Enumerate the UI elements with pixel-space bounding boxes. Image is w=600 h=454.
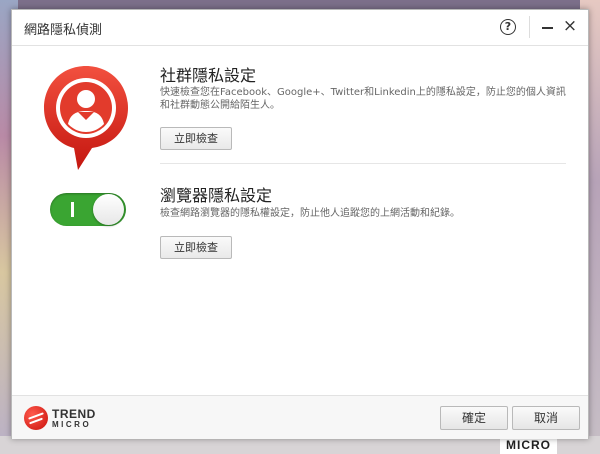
privacy-scanner-window: 網路隱私偵測 ? × 社群隱私設定 快速檢查您在Facebook、Google+… — [11, 9, 589, 439]
close-icon[interactable]: × — [562, 16, 578, 36]
brand-name-line1: TREND — [52, 407, 96, 421]
title-bar-divider — [529, 16, 530, 38]
social-privacy-description: 快速檢查您在Facebook、Google+、Twitter和Linkedin上… — [160, 87, 566, 111]
brand-name-line2: MICRO — [52, 420, 92, 429]
trend-micro-logo: TREND MICRO — [24, 406, 104, 432]
browser-check-now-button[interactable]: 立即檢查 — [160, 236, 232, 259]
social-privacy-title: 社群隱私設定 — [160, 66, 257, 85]
ok-button[interactable]: 確定 — [440, 406, 508, 430]
social-network-privacy-icon — [44, 66, 128, 170]
browser-privacy-description: 檢查網路瀏覽器的隱私權設定，防止他人追蹤您的上網活動和紀錄。 — [160, 208, 460, 219]
section-divider — [160, 163, 566, 164]
window-title: 網路隱私偵測 — [24, 23, 103, 38]
social-check-now-button[interactable]: 立即檢查 — [160, 127, 232, 150]
toggle-on-indicator — [71, 202, 74, 217]
toggle-knob — [93, 194, 124, 225]
dialog-footer: TREND MICRO 確定 取消 — [12, 395, 588, 439]
help-icon[interactable]: ? — [500, 19, 516, 35]
cancel-button[interactable]: 取消 — [512, 406, 580, 430]
title-bar: 網路隱私偵測 ? × — [12, 10, 588, 46]
minimize-icon[interactable] — [542, 27, 553, 29]
trend-micro-ball-icon — [24, 406, 48, 430]
browser-privacy-toggle[interactable] — [50, 193, 126, 226]
browser-privacy-title: 瀏覽器隱私設定 — [160, 186, 273, 205]
